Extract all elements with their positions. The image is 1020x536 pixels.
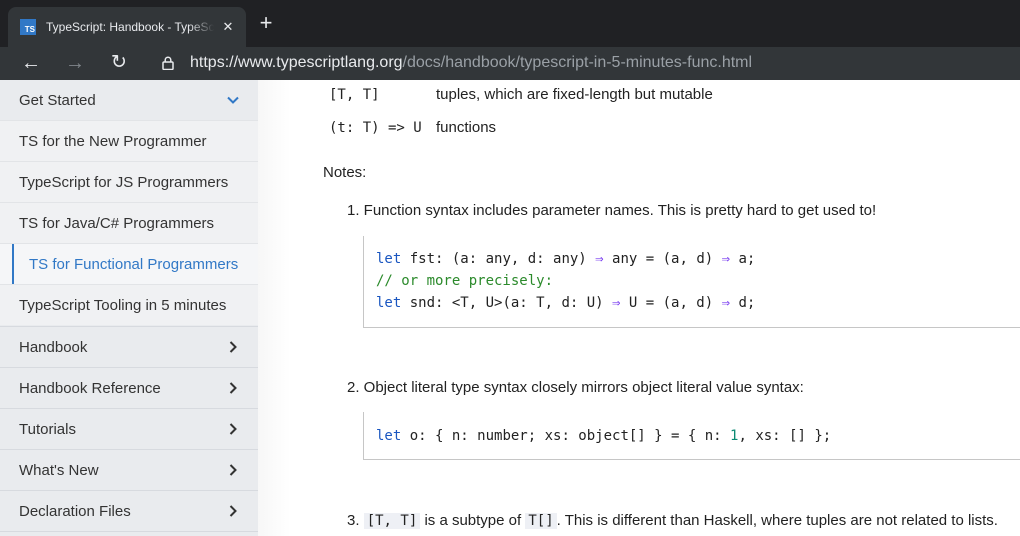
browser-tab[interactable]: TS TypeScript: Handbook - TypeScript ✕ (8, 7, 246, 47)
sidebar-section-tutorials[interactable]: Tutorials (0, 408, 258, 449)
sidebar-item-label: TS for Java/C# Programmers (19, 214, 215, 232)
sidebar-item-label: TS for Functional Programmers (29, 255, 239, 273)
tab-title: TypeScript: Handbook - TypeScript (46, 20, 214, 34)
chevron-right-icon (229, 505, 237, 517)
sidebar-item-ts-tooling[interactable]: TypeScript Tooling in 5 minutes (0, 284, 258, 325)
sidebar-item-label: TypeScript Tooling in 5 minutes (19, 296, 227, 314)
chevron-right-icon (229, 464, 237, 476)
back-arrow-icon[interactable]: ← (18, 50, 44, 76)
sidebar-item-label: TS for the New Programmer (19, 132, 207, 150)
sidebar-section-whats-new[interactable]: What's New (0, 449, 258, 490)
code-line: let snd: <T, U>(a: T, d: U) ⇒ U = (a, d)… (376, 295, 756, 311)
sidebar-item-ts-functional-programmers[interactable]: TS for Functional Programmers (0, 243, 258, 284)
close-tab-icon[interactable]: ✕ (220, 19, 236, 35)
inline-code: T[] (525, 513, 557, 529)
code-block-2: let o: { n: number; xs: object[] } = { n… (363, 412, 1020, 460)
new-tab-icon[interactable]: + (256, 12, 276, 34)
sidebar-divider (0, 531, 258, 536)
active-indicator (12, 244, 14, 284)
navigation-bar: ← → ↻ https://www.typescriptlang.org/doc… (0, 47, 1020, 80)
notes-heading: Notes: (323, 164, 367, 181)
sidebar-section-get-started[interactable]: Get Started (0, 80, 258, 120)
typescript-favicon-icon: TS (20, 19, 36, 35)
tab-strip: TS TypeScript: Handbook - TypeScript ✕ + (0, 0, 1020, 47)
sidebar-gutter (258, 80, 291, 536)
list-text: . This is different than Haskell, where … (556, 512, 998, 529)
sidebar-section-label: Handbook Reference (19, 379, 161, 397)
type-table-code: [T, T] (329, 87, 380, 103)
sidebar-section-handbook[interactable]: Handbook (0, 326, 258, 367)
chevron-right-icon (229, 423, 237, 435)
sidebar-item-label: TypeScript for JS Programmers (19, 173, 229, 191)
list-item-2: 2. Object literal type syntax closely mi… (347, 379, 804, 396)
inline-code: [T, T] (363, 513, 421, 529)
type-table-code: (t: T) => U (329, 120, 422, 136)
sidebar-section-declaration-files[interactable]: Declaration Files (0, 490, 258, 531)
url-host: https://www.typescriptlang.org (190, 54, 403, 71)
chevron-right-icon (229, 382, 237, 394)
reload-icon[interactable]: ↻ (106, 50, 132, 76)
list-text: is a subtype of (424, 512, 522, 529)
sidebar-section-label: Get Started (19, 91, 96, 109)
chevron-down-icon (227, 96, 239, 104)
lock-icon[interactable] (162, 56, 174, 70)
type-table-desc: tuples, which are fixed-length but mutab… (436, 86, 713, 103)
chevron-right-icon (229, 341, 237, 353)
sidebar-section-label: What's New (19, 461, 99, 479)
article-content: [T, T] tuples, which are fixed-length bu… (291, 80, 1020, 536)
forward-arrow-icon[interactable]: → (62, 50, 88, 76)
sidebar-section-label: Declaration Files (19, 502, 131, 520)
sidebar-item-ts-new-programmer[interactable]: TS for the New Programmer (0, 120, 258, 161)
code-block-1: let fst: (a: any, d: any) ⇒ any = (a, d)… (363, 236, 1020, 328)
code-comment: // or more precisely: (376, 273, 554, 289)
type-table-row: [T, T] (329, 86, 380, 103)
list-item-1: 1. Function syntax includes parameter na… (347, 202, 877, 219)
sidebar-item-ts-java-programmers[interactable]: TS for Java/C# Programmers (0, 202, 258, 243)
sidebar-section-label: Handbook (19, 338, 88, 356)
docs-sidebar: Get Started TS for the New Programmer Ty… (0, 80, 258, 536)
type-table-desc: functions (436, 119, 497, 136)
list-item-3: 3. [T, T] is a subtype of T[]. This is d… (347, 512, 998, 529)
address-bar[interactable]: https://www.typescriptlang.org/docs/hand… (190, 54, 752, 72)
sidebar-item-ts-js-programmers[interactable]: TypeScript for JS Programmers (0, 161, 258, 202)
code-line: let o: { n: number; xs: object[] } = { n… (376, 428, 832, 444)
code-line: let fst: (a: any, d: any) ⇒ any = (a, d)… (376, 251, 756, 267)
sidebar-section-label: Tutorials (19, 420, 76, 438)
list-number: 3. (347, 512, 360, 529)
sidebar-section-handbook-reference[interactable]: Handbook Reference (0, 367, 258, 408)
type-table-row: (t: T) => U (329, 119, 422, 136)
url-path: /docs/handbook/typescript-in-5-minutes-f… (402, 54, 753, 71)
